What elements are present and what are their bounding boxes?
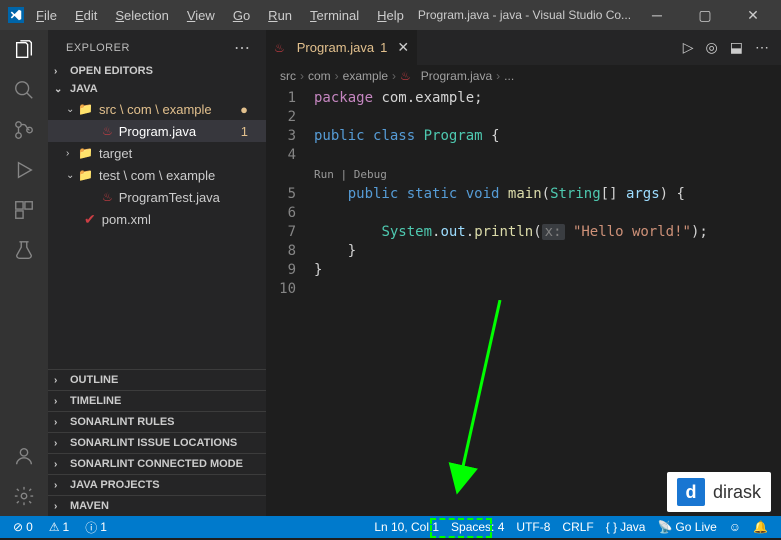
sonarlint-rules-panel[interactable]: ›SONARLINT RULES — [48, 411, 266, 432]
status-line-col[interactable]: Ln 10, Col 1 — [369, 520, 444, 534]
editor-area: ♨ Program.java 1 ✕ ▷ ◎ ⬓ ⋯ src› com› exa… — [266, 30, 781, 516]
status-errors[interactable]: ⊘ 0 — [8, 520, 38, 534]
java-file-icon: ♨ — [400, 69, 411, 83]
search-icon[interactable] — [12, 78, 36, 102]
folder-icon: 📁 — [78, 168, 93, 182]
sonarlint-connected-panel[interactable]: ›SONARLINT CONNECTED MODE — [48, 453, 266, 474]
vscode-icon — [8, 7, 24, 23]
tree-file-pom[interactable]: ✔pom.xml — [48, 208, 266, 230]
folder-icon: 📁 — [78, 102, 93, 116]
breadcrumb[interactable]: src› com› example› ♨Program.java› ... — [266, 65, 781, 87]
java-file-icon: ♨ — [102, 124, 113, 138]
java-file-icon: ♨ — [274, 41, 285, 55]
activity-bar — [0, 30, 48, 516]
dirask-logo-icon: d — [677, 478, 705, 506]
tree-folder-target[interactable]: ›📁target — [48, 142, 266, 164]
tree-folder-test[interactable]: ⌄📁test \ com \ example — [48, 164, 266, 186]
explorer-icon[interactable] — [12, 38, 36, 62]
status-spaces[interactable]: Spaces: 4 — [446, 520, 509, 534]
tree-folder-src[interactable]: ⌄📁src \ com \ example● — [48, 98, 266, 120]
status-bar: ⊘ 0 ⚠ 1 ⓘ 1 Ln 10, Col 1 Spaces: 4 UTF-8… — [0, 516, 781, 538]
maven-panel[interactable]: ›MAVEN — [48, 495, 266, 516]
tab-program[interactable]: ♨ Program.java 1 ✕ — [266, 30, 417, 65]
status-info[interactable]: ⓘ 1 — [80, 519, 112, 536]
codelens: Run | Debug — [266, 165, 781, 184]
minimize-button[interactable]: ─ — [637, 7, 677, 23]
close-tab-icon[interactable]: ✕ — [397, 39, 409, 56]
status-golive[interactable]: 📡 Go Live — [652, 520, 721, 534]
tree-file-program[interactable]: ♨Program.java1 — [48, 120, 266, 142]
sidebar: EXPLORER ⋯ ›OPEN EDITORS ⌄JAVA ⌄📁src \ c… — [48, 30, 266, 516]
folder-icon: 📁 — [78, 146, 93, 160]
tree-file-programtest[interactable]: ♨ProgramTest.java — [48, 186, 266, 208]
title-bar: File Edit Selection View Go Run Terminal… — [0, 0, 781, 30]
timeline-panel[interactable]: ›TIMELINE — [48, 390, 266, 411]
tab-bar: ♨ Program.java 1 ✕ ▷ ◎ ⬓ ⋯ — [266, 30, 781, 65]
java-file-icon: ♨ — [102, 190, 113, 204]
status-warnings[interactable]: ⚠ 1 — [44, 520, 74, 534]
more-actions-icon[interactable]: ⋯ — [755, 39, 769, 56]
watermark: d dirask — [667, 472, 771, 512]
sonarlint-issues-panel[interactable]: ›SONARLINT ISSUE LOCATIONS — [48, 432, 266, 453]
split-editor-icon[interactable]: ⬓ — [730, 39, 743, 56]
menu-selection[interactable]: Selection — [107, 4, 176, 27]
java-projects-panel[interactable]: ›JAVA PROJECTS — [48, 474, 266, 495]
menu-edit[interactable]: Edit — [67, 4, 105, 27]
close-button[interactable]: ✕ — [733, 7, 773, 24]
menu-help[interactable]: Help — [369, 4, 412, 27]
status-eol[interactable]: CRLF — [557, 520, 598, 534]
status-language[interactable]: { } Java — [601, 520, 651, 534]
menu-bar: File Edit Selection View Go Run Terminal… — [28, 4, 412, 27]
open-editors-panel[interactable]: ›OPEN EDITORS — [48, 62, 266, 80]
status-feedback-icon[interactable]: ☺ — [724, 520, 746, 534]
menu-run[interactable]: Run — [260, 4, 300, 27]
target-icon[interactable]: ◎ — [706, 39, 718, 56]
menu-view[interactable]: View — [179, 4, 223, 27]
settings-icon[interactable] — [12, 484, 36, 508]
menu-go[interactable]: Go — [225, 4, 258, 27]
explorer-title: EXPLORER — [66, 42, 130, 54]
menu-terminal[interactable]: Terminal — [302, 4, 367, 27]
outline-panel[interactable]: ›OUTLINE — [48, 369, 266, 390]
extensions-icon[interactable] — [12, 198, 36, 222]
run-button[interactable]: ▷ — [683, 39, 694, 56]
status-encoding[interactable]: UTF-8 — [511, 520, 555, 534]
menu-file[interactable]: File — [28, 4, 65, 27]
window-title: Program.java - java - Visual Studio Co..… — [416, 8, 633, 22]
source-control-icon[interactable] — [12, 118, 36, 142]
maximize-button[interactable]: ▢ — [685, 7, 725, 24]
debug-icon[interactable] — [12, 158, 36, 182]
project-panel[interactable]: ⌄JAVA — [48, 80, 266, 98]
account-icon[interactable] — [12, 444, 36, 468]
maven-icon: ✔ — [84, 211, 96, 228]
codelens-debug[interactable]: Debug — [354, 168, 387, 181]
status-bell-icon[interactable]: 🔔 — [748, 520, 773, 534]
testing-icon[interactable] — [12, 238, 36, 262]
code-editor[interactable]: 1package com.example; 2 3public class Pr… — [266, 87, 781, 299]
explorer-more-icon[interactable]: ⋯ — [234, 38, 252, 58]
codelens-run[interactable]: Run — [314, 168, 334, 181]
